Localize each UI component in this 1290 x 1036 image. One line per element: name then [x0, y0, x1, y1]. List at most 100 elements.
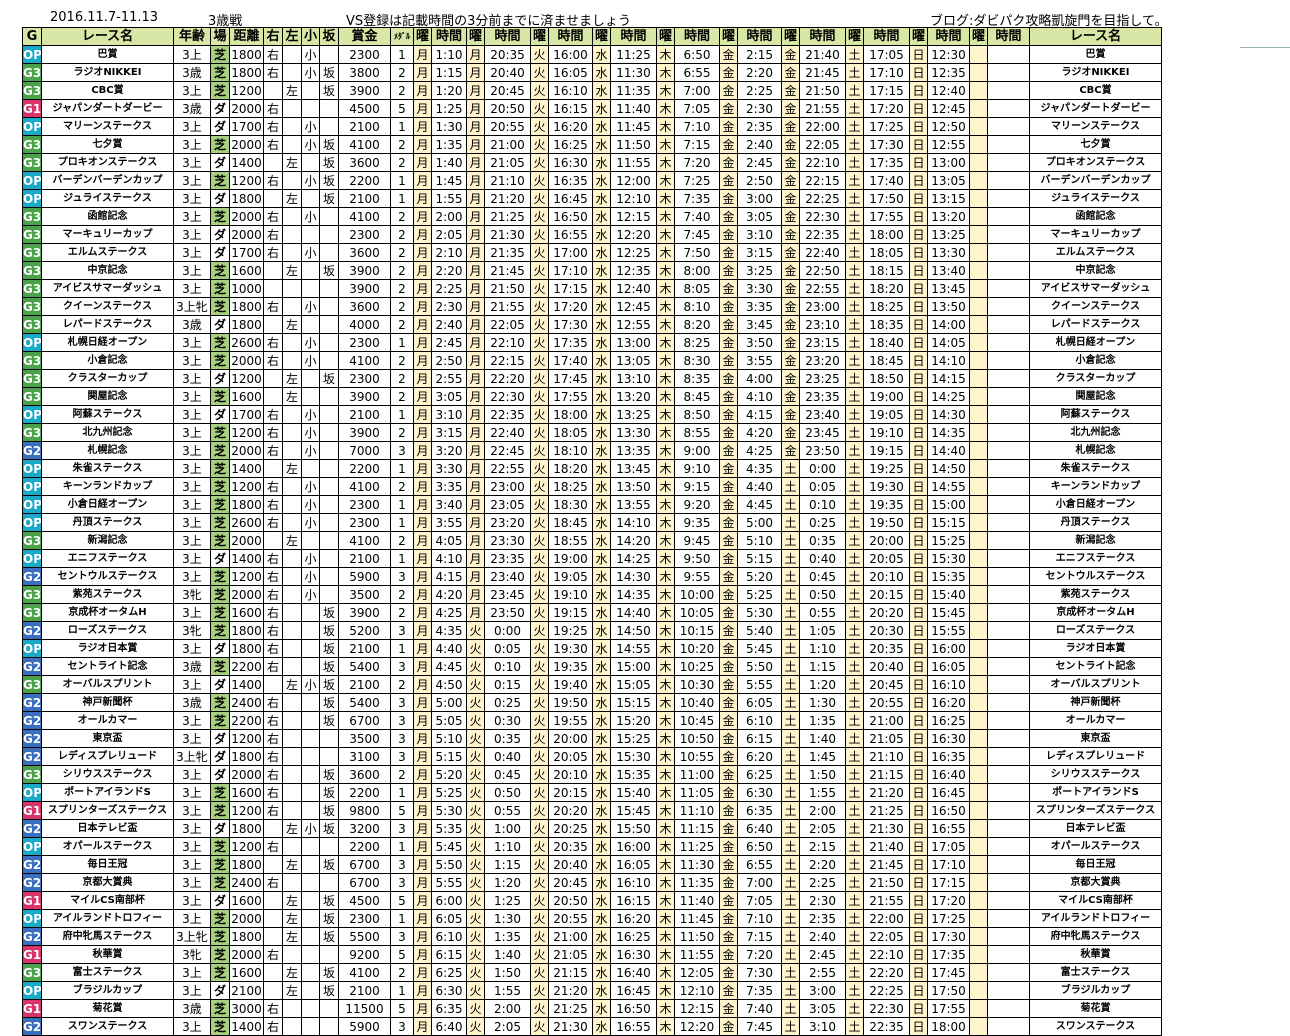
age-class: 3上: [173, 639, 211, 658]
course-flag: [319, 459, 339, 478]
weekday: 金: [719, 513, 738, 532]
start-time: 1:15: [484, 855, 531, 874]
course-flag: [282, 63, 302, 82]
start-time: [987, 639, 1030, 658]
weekday: 火: [530, 639, 549, 658]
distance: 2400: [229, 873, 264, 892]
weekday: 日: [909, 279, 928, 298]
age-class: 3上: [173, 963, 211, 982]
table-row: G3 小倉記念 3上芝 2000 右小 4100 2 月 2:50 月 22:15 火 17:40 水 13…: [22, 351, 1162, 370]
weekday: 水: [592, 909, 611, 928]
race-name: 関屋記念: [41, 387, 174, 406]
start-time: 6:25: [737, 765, 782, 784]
start-time: 1:30: [484, 909, 531, 928]
start-time: 12:55: [927, 135, 970, 154]
start-time: 6:50: [737, 837, 782, 856]
surface: 芝: [210, 585, 230, 604]
weekday: 金: [781, 297, 800, 316]
weekday: 月: [413, 207, 432, 226]
age-class: 3上: [173, 567, 211, 586]
start-time: 22:10: [484, 333, 531, 352]
weekday: 金: [719, 999, 738, 1018]
weekday: 金: [719, 441, 738, 460]
weekday: 金: [719, 369, 738, 388]
weekday: [969, 405, 988, 424]
medal: 5: [390, 891, 414, 910]
race-name: マイルCS南部杯: [1029, 891, 1162, 910]
course-flag: [319, 243, 339, 262]
start-time: 16:10: [927, 675, 970, 694]
weekday: 月: [466, 153, 485, 172]
weekday: 日: [909, 801, 928, 820]
distance: 1200: [229, 729, 264, 748]
race-name: 日本テレビ盃: [41, 819, 174, 838]
start-time: 11:30: [610, 63, 657, 82]
age-class: 3上: [173, 783, 211, 802]
race-name: ラジオ日本賞: [1029, 639, 1162, 658]
weekday: 土: [845, 153, 864, 172]
distance: 1400: [229, 459, 264, 478]
weekday: 土: [845, 657, 864, 676]
header-row: G レース名 年齢場距離右左小坂賞金 ﾒﾀﾞﾙ曜時間曜時間曜時間曜時間曜時間曜時間曜時…: [22, 27, 1162, 46]
start-time: 12:20: [674, 1017, 720, 1036]
surface: ダ: [210, 747, 230, 766]
start-time: 12:45: [610, 297, 657, 316]
course-flag: [282, 45, 302, 64]
start-time: 8:25: [674, 333, 720, 352]
grade-badge: G2: [22, 621, 42, 640]
weekday: 土: [781, 477, 800, 496]
weekday: 月: [413, 963, 432, 982]
weekday: [969, 585, 988, 604]
table-row: G2 スワンステークス 3上芝 1400 右 5900 3 月 6:40 火 2:05 火 21:30 水…: [22, 1017, 1162, 1036]
start-time: 12:05: [674, 963, 720, 982]
course-flag: 小: [301, 207, 320, 226]
col-header: 坂: [319, 27, 339, 46]
col-header: 曜: [530, 27, 549, 46]
grade-badge: G3: [22, 585, 42, 604]
weekday: 火: [466, 981, 485, 1000]
weekday: [969, 873, 988, 892]
medal: 1: [390, 981, 414, 1000]
course-flag: [282, 225, 302, 244]
start-time: 21:25: [548, 999, 593, 1018]
distance: 1600: [229, 261, 264, 280]
weekday: 月: [466, 279, 485, 298]
surface: 芝: [210, 531, 230, 550]
table-row: G3 紫苑ステークス 3牝芝 2000 右小 3500 2 月 4:20 月 23:45 火 19:10…: [22, 585, 1162, 604]
start-time: 3:55: [737, 351, 782, 370]
table-row: G2 日本テレビ盃 3上ダ 1800 左小坂 3200 3 月 5:35 火 1:00 火 20:25 水…: [22, 819, 1162, 838]
weekday: 金: [719, 189, 738, 208]
weekday: 金: [781, 225, 800, 244]
weekday: 金: [781, 171, 800, 190]
weekday: 金: [781, 81, 800, 100]
distance: 1200: [229, 837, 264, 856]
weekday: 水: [592, 765, 611, 784]
age-class: 3上: [173, 459, 211, 478]
weekday: 水: [592, 783, 611, 802]
course-flag: [319, 225, 339, 244]
table-row: G2 神戸新聞杯 3歳芝 2400 右坂 5400 3 月 5:00 火 0:25 火 19:50 水 15…: [22, 693, 1162, 712]
start-time: 20:55: [548, 909, 593, 928]
weekday: 日: [909, 945, 928, 964]
course-flag: [319, 333, 339, 352]
prize: 3900: [338, 603, 391, 622]
age-class: 3牝: [173, 585, 211, 604]
weekday: [969, 1017, 988, 1036]
weekday: 土: [845, 351, 864, 370]
start-time: 13:55: [610, 495, 657, 514]
weekday: 水: [592, 855, 611, 874]
surface: 芝: [210, 459, 230, 478]
course-flag: 右: [263, 297, 283, 316]
weekday: 木: [656, 279, 675, 298]
race-name: 関屋記念: [1029, 387, 1162, 406]
weekday: 火: [530, 495, 549, 514]
start-time: 15:25: [610, 729, 657, 748]
start-time: [987, 99, 1030, 118]
weekday: [969, 189, 988, 208]
course-flag: [282, 441, 302, 460]
start-time: 2:20: [431, 261, 467, 280]
start-time: 17:10: [548, 261, 593, 280]
race-name: 府中牝馬ステークス: [41, 927, 174, 946]
col-header: 時間: [987, 27, 1030, 46]
start-time: 16:55: [548, 225, 593, 244]
